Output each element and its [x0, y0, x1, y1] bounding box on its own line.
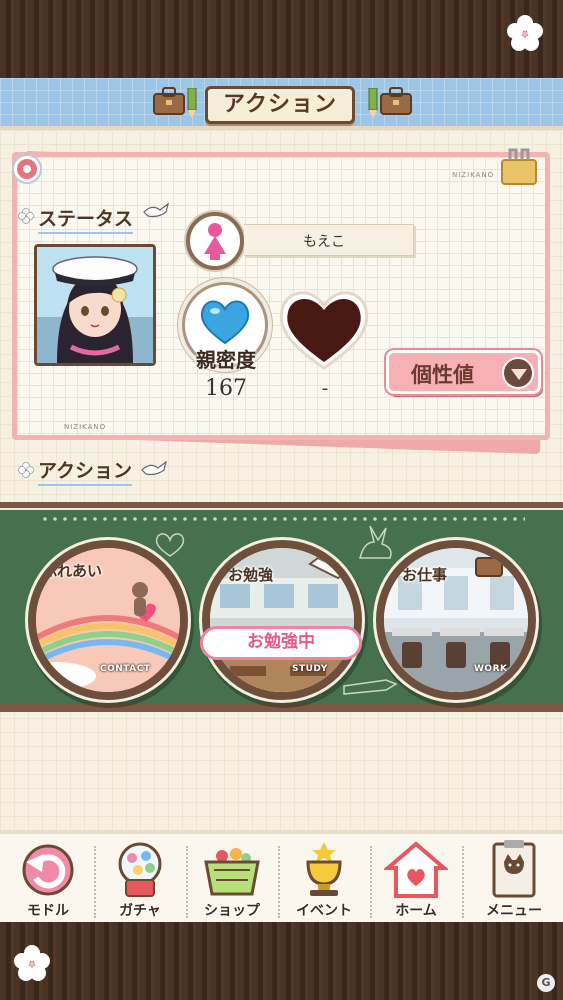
bird-icon: [143, 202, 169, 218]
status-section-title: ステータス: [38, 204, 134, 234]
personality-button[interactable]: 個性値: [386, 350, 541, 394]
action-study-label: お勉強: [228, 566, 274, 584]
nav-event-label: イベント: [296, 903, 352, 919]
action-section-title: アクション: [38, 456, 133, 486]
nav-gacha[interactable]: ガチャ: [96, 840, 184, 922]
pencil-icon: [187, 88, 197, 118]
personality-button-label: 個性値: [411, 363, 474, 387]
back-arrow-icon: [22, 844, 74, 896]
nav-gacha-label: ガチャ: [119, 903, 161, 919]
heart-icon: [279, 291, 369, 370]
action-work-label: お仕事: [402, 566, 448, 584]
card-tag: NIZIKANO: [452, 171, 495, 179]
chalk-dots: [40, 516, 525, 522]
nav-home-label: ホーム: [395, 903, 437, 919]
studying-status-text: お勉強中: [247, 632, 315, 652]
chevron-down-icon: [502, 357, 534, 389]
intimacy-label: 親密度: [196, 348, 256, 372]
nav-back-label: モドル: [27, 903, 69, 919]
nav-home[interactable]: ホーム: [372, 840, 460, 922]
bottom-wood-bar: [0, 922, 563, 1000]
studying-status-badge: お勉強中: [200, 626, 362, 660]
top-wood-bar: [0, 0, 563, 78]
nav-menu[interactable]: メニュー: [470, 840, 558, 922]
page-title: アクション: [223, 92, 337, 117]
nav-shop[interactable]: ショップ: [188, 840, 276, 922]
intimacy-value: 167: [205, 376, 247, 401]
sakura-flower-icon: [14, 945, 50, 981]
bird-icon: [141, 460, 167, 476]
pencil-icon: [368, 88, 378, 118]
briefcase-icon: [153, 87, 185, 115]
nav-menu-label: メニュー: [486, 903, 542, 919]
action-contact-button[interactable]: ふれあい CONTACT: [28, 540, 188, 700]
action-work-button[interactable]: お仕事 WORK: [376, 540, 536, 700]
sakura-flower-icon: [507, 15, 543, 51]
nav-event[interactable]: イベント: [280, 840, 368, 922]
action-study-sub: STUDY: [292, 664, 328, 674]
character-name: もえこ: [303, 234, 345, 250]
bottom-nav: モドル ガチャ ショップ イベント ホーム メニュー: [0, 830, 563, 922]
female-icon: [204, 223, 226, 260]
second-value: -: [321, 378, 329, 399]
header-banner: アクション: [205, 86, 355, 124]
nav-divider: [462, 846, 464, 918]
name-plate: もえこ: [244, 224, 414, 256]
action-contact-sub: CONTACT: [100, 664, 151, 674]
gacha-machine-icon: [118, 842, 162, 897]
binder-clip-icon: [501, 148, 537, 185]
gender-icon-circle: [186, 212, 244, 270]
action-study-button[interactable]: お勉強 STUDY: [202, 540, 362, 700]
briefcase-icon: [380, 87, 412, 115]
character-avatar[interactable]: [34, 244, 156, 366]
house-icon: [384, 841, 448, 898]
action-work-sub: WORK: [474, 664, 508, 674]
badge-icon: [14, 156, 40, 182]
header-bar: アクション: [0, 78, 563, 130]
flower-icon: [18, 208, 34, 224]
nav-back[interactable]: モドル: [4, 840, 92, 922]
card-tag: NIZIKANO: [64, 423, 107, 431]
watermark-logo: G: [537, 974, 555, 992]
nav-shop-label: ショップ: [204, 903, 260, 919]
action-contact-label: ふれあい: [42, 562, 103, 580]
flower-icon: [18, 462, 34, 478]
shopping-basket-icon: [204, 848, 260, 896]
menu-book-icon: [492, 840, 536, 898]
trophy-icon: [306, 842, 342, 896]
